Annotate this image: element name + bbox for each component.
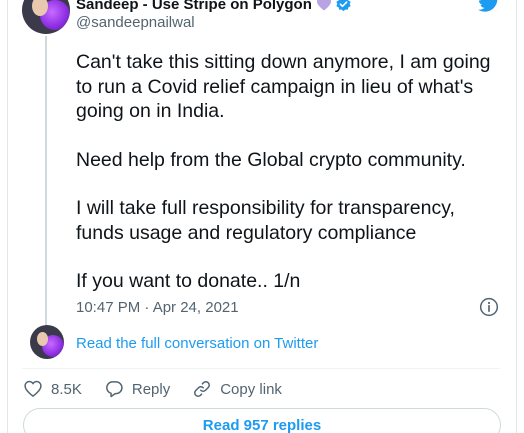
like-heart-icon (24, 380, 42, 397)
read-full-conversation-link[interactable]: Read the full conversation on Twitter (76, 335, 318, 352)
author-avatar[interactable] (22, 0, 70, 34)
card-border-right (516, 0, 517, 433)
tweet-card: Sandeep - Use Stripe on Polygon @sandeep… (0, 0, 524, 433)
card-border-left (7, 0, 8, 433)
reply-bubble-icon (105, 381, 123, 398)
tweet-line: going on in India. (76, 100, 225, 122)
verified-badge-icon (336, 0, 351, 11)
conversation-avatar[interactable] (30, 325, 64, 359)
tweet-line: If you want to donate.. 1/n (76, 270, 301, 292)
reply-button[interactable]: Reply (104, 379, 170, 399)
like-count: 8.5K (51, 380, 82, 398)
info-icon[interactable] (479, 297, 499, 317)
read-replies-button[interactable]: Read 957 replies (23, 408, 501, 433)
action-bar: 8.5K Reply Copy link (23, 378, 304, 400)
tweet-line: to run a Covid relief campaign in lieu o… (76, 75, 474, 98)
heart-emoji-icon (316, 0, 331, 11)
reply-label: Reply (131, 380, 171, 398)
tweet-line: Need help from the Global crypto communi… (76, 148, 466, 171)
copy-link-button[interactable]: Copy link (192, 379, 282, 399)
copy-link-label: Copy link (220, 380, 282, 398)
tweet-text: Can't take this sitting down anymore, I … (76, 50, 508, 294)
thread-line (45, 36, 47, 326)
tweet-line: Can't take this sitting down anymore, I … (76, 51, 491, 73)
link-icon (194, 381, 211, 397)
tweet-line: funds usage and regulatory compliance (76, 221, 417, 244)
tweet-timestamp[interactable]: 10:47 PM · Apr 24, 2021 (76, 299, 239, 316)
divider (22, 368, 500, 369)
twitter-bird-icon[interactable] (478, 0, 500, 12)
tweet-line: I will take full responsibility for tran… (76, 197, 455, 219)
author-name-row[interactable]: Sandeep - Use Stripe on Polygon (76, 0, 352, 14)
author-handle[interactable]: @sandeepnailwal (76, 14, 195, 31)
author-display-name[interactable]: Sandeep - Use Stripe on Polygon (76, 0, 312, 13)
like-button[interactable]: 8.5K (23, 379, 82, 399)
